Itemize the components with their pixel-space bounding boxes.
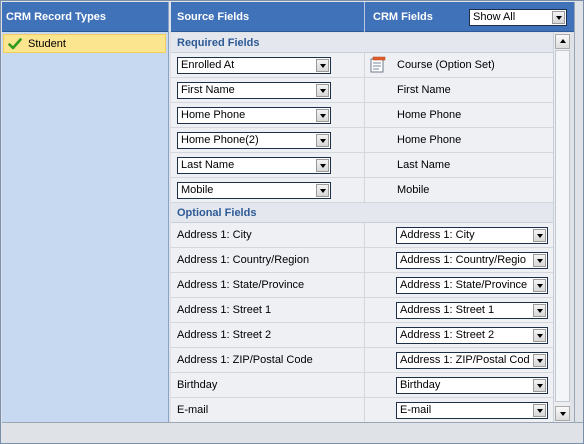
column-divider — [364, 298, 365, 322]
source-field-select[interactable]: First Name — [177, 82, 331, 99]
mapping-list: Required Fields Enrolled At Course (Opti… — [171, 33, 553, 422]
column-divider — [364, 273, 365, 297]
record-types-panel: CRM Record Types Student — [2, 2, 169, 422]
chevron-down-icon[interactable] — [316, 84, 329, 97]
required-row: Home Phone(2) Home Phone — [171, 128, 553, 153]
record-type-label: Student — [28, 37, 66, 50]
source-field-label: Birthday — [177, 379, 218, 391]
optional-row: Birthday Birthday — [171, 373, 553, 398]
mapping-header: Source Fields CRM Fields Show All — [171, 2, 574, 32]
record-types-header: CRM Record Types — [2, 2, 168, 32]
checkmark-icon — [8, 37, 22, 49]
scroll-thumb[interactable] — [555, 50, 570, 402]
column-divider — [364, 128, 365, 152]
crm-field-select[interactable]: Address 1: Street 1 — [396, 302, 548, 319]
crm-field-label: Home Phone — [397, 134, 462, 146]
source-field-select[interactable]: Last Name — [177, 157, 331, 174]
chevron-down-icon[interactable] — [533, 329, 546, 342]
crm-fields-header: CRM Fields — [373, 11, 433, 23]
column-divider — [364, 78, 365, 102]
chevron-down-icon[interactable] — [533, 254, 546, 267]
column-divider — [364, 178, 365, 202]
chevron-down-icon[interactable] — [533, 404, 546, 417]
chevron-down-icon[interactable] — [533, 354, 546, 367]
chevron-down-icon[interactable] — [533, 304, 546, 317]
option-set-icon[interactable] — [369, 56, 387, 73]
chevron-down-icon[interactable] — [316, 134, 329, 147]
column-divider — [364, 223, 365, 247]
chevron-down-icon[interactable] — [533, 379, 546, 392]
scroll-down-icon[interactable] — [555, 406, 570, 421]
chevron-down-icon[interactable] — [533, 229, 546, 242]
source-field-label: Address 1: Country/Region — [177, 254, 310, 266]
crm-field-select[interactable]: Birthday — [396, 377, 548, 394]
source-field-select[interactable]: Mobile — [177, 182, 331, 199]
crm-field-select[interactable]: Address 1: City — [396, 227, 548, 244]
optional-row: Address 1: State/Province Address 1: Sta… — [171, 273, 553, 298]
source-field-label: Address 1: Street 2 — [177, 329, 272, 341]
required-fields-title: Required Fields — [171, 33, 553, 53]
optional-fields-title: Optional Fields — [171, 203, 553, 223]
required-row: Enrolled At Course (Option Set) — [171, 53, 553, 78]
mapping-window: CRM Record Types Student Source Fields C… — [0, 0, 584, 444]
optional-row: Address 1: Street 2 Address 1: Street 2 — [171, 323, 553, 348]
column-divider — [364, 103, 365, 127]
source-field-label: Address 1: City — [177, 229, 252, 241]
chevron-down-icon[interactable] — [316, 109, 329, 122]
crm-field-select[interactable]: E-mail — [396, 402, 548, 419]
column-divider — [364, 53, 365, 77]
required-row: Last Name Last Name — [171, 153, 553, 178]
crm-field-label: First Name — [397, 84, 451, 96]
chevron-down-icon[interactable] — [316, 184, 329, 197]
column-divider — [364, 153, 365, 177]
source-field-label: Address 1: ZIP/Postal Code — [177, 354, 313, 366]
optional-row: Address 1: Street 1 Address 1: Street 1 — [171, 298, 553, 323]
crm-field-select[interactable]: Address 1: State/Province — [396, 277, 548, 294]
vertical-scrollbar[interactable] — [553, 33, 570, 422]
required-row: First Name First Name — [171, 78, 553, 103]
source-field-label: Address 1: Street 1 — [177, 304, 272, 316]
filter-dropdown[interactable]: Show All — [469, 9, 567, 26]
chevron-down-icon[interactable] — [533, 279, 546, 292]
column-divider — [364, 398, 365, 422]
column-divider — [364, 323, 365, 347]
optional-row: Address 1: City Address 1: City — [171, 223, 553, 248]
chevron-down-icon[interactable] — [316, 59, 329, 72]
chevron-down-icon[interactable] — [316, 159, 329, 172]
source-fields-header: Source Fields — [177, 11, 250, 23]
column-divider — [364, 348, 365, 372]
crm-field-label: Mobile — [397, 184, 430, 196]
source-field-label: Address 1: State/Province — [177, 279, 305, 291]
field-mapping-panel: Source Fields CRM Fields Show All Requir… — [171, 2, 574, 422]
bottom-bar — [2, 422, 583, 443]
source-field-label: E-mail — [177, 404, 209, 416]
crm-field-label: Last Name — [397, 159, 451, 171]
column-divider — [364, 248, 365, 272]
crm-field-select[interactable]: Address 1: Country/Regio — [396, 252, 548, 269]
filter-value: Show All — [473, 11, 516, 23]
source-field-select[interactable]: Enrolled At — [177, 57, 331, 74]
source-field-select[interactable]: Home Phone — [177, 107, 331, 124]
window-edge — [574, 2, 583, 422]
required-row: Home Phone Home Phone — [171, 103, 553, 128]
header-divider — [364, 2, 365, 32]
column-divider — [364, 373, 365, 397]
chevron-down-icon[interactable] — [552, 11, 565, 24]
optional-row: Address 1: ZIP/Postal Code Address 1: ZI… — [171, 348, 553, 373]
record-type-student[interactable]: Student — [3, 34, 166, 53]
crm-field-label: Course (Option Set) — [397, 59, 495, 71]
scroll-up-icon[interactable] — [555, 34, 570, 49]
crm-field-select[interactable]: Address 1: Street 2 — [396, 327, 548, 344]
optional-row: E-mail E-mail — [171, 398, 553, 422]
optional-row: Address 1: Country/Region Address 1: Cou… — [171, 248, 553, 273]
required-row: Mobile Mobile — [171, 178, 553, 203]
crm-field-select[interactable]: Address 1: ZIP/Postal Cod — [396, 352, 548, 369]
source-field-select[interactable]: Home Phone(2) — [177, 132, 331, 149]
crm-field-label: Home Phone — [397, 109, 462, 121]
